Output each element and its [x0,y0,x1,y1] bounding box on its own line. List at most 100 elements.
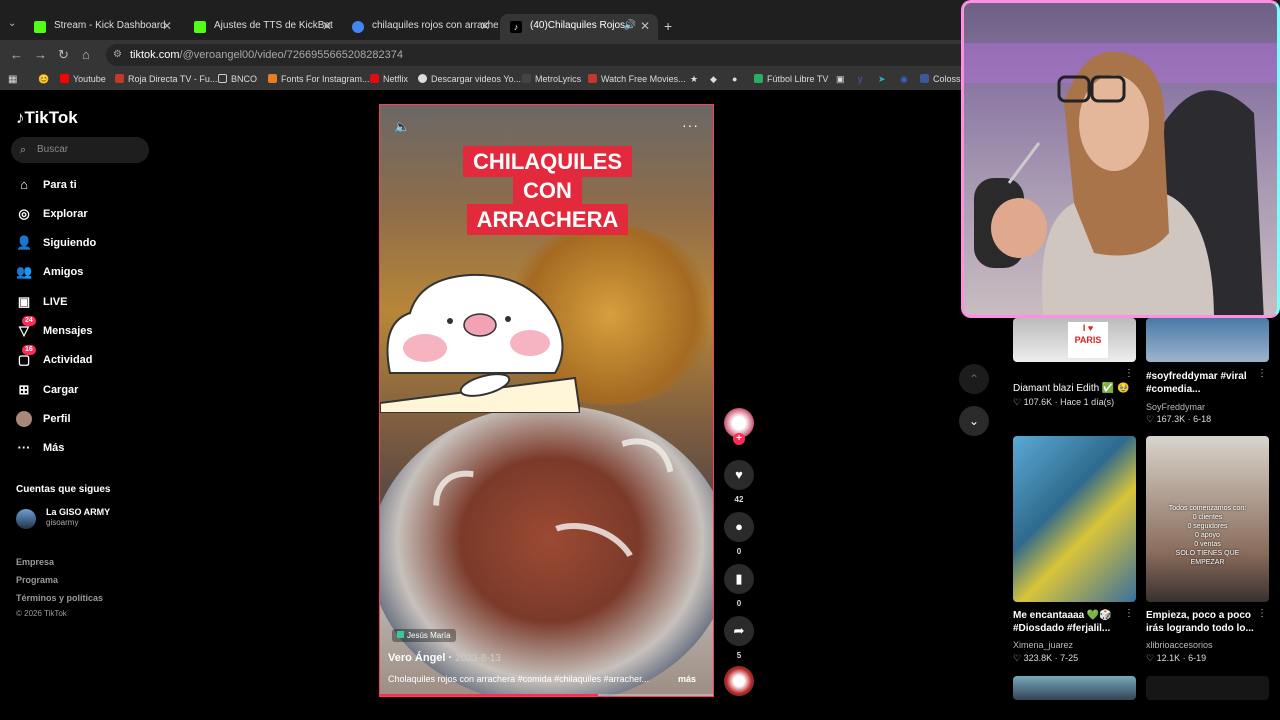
tab-label: Ajustes de TTS de KickBot [214,20,333,31]
card-more-icon[interactable]: ⋮ [1257,368,1267,379]
comment-icon: ● [735,519,743,534]
recommended-card[interactable]: Me encantaaaa 💚🎲 #Diosdado #ferjalil... … [1013,436,1136,666]
card-thumbnail: Todos comenzamos con: 0 clientes 0 segui… [1146,436,1269,602]
bookmark-misc-6[interactable]: ◉ [900,74,908,85]
close-icon[interactable]: ✕ [480,19,490,33]
nav-item-amigos[interactable]: 👥 Amigos [16,262,146,282]
caption-line: Todos comenzamos con: [1168,505,1247,512]
nav-item-siguiendo[interactable]: 👤 Siguiendo [16,233,146,253]
tab-kickbot[interactable]: Ajustes de TTS de KickBot ✕ [184,14,340,40]
friends-icon: 👥 [16,264,33,279]
bookmark-watch-movies[interactable]: Watch Free Movies... [588,74,686,84]
tab-tiktok-video[interactable]: ♪ (40)Chilaquiles Rojos con A 🔊 ✕ [500,14,658,40]
site-info-icon[interactable]: ⚙ [113,44,122,66]
card-thumbnail [1146,318,1269,362]
comment-button[interactable]: ● [724,512,754,542]
chevron-down-icon: ⌄ [968,414,980,428]
kickbot-icon [194,21,206,33]
bookmark-bnco[interactable]: BNCO [218,74,257,84]
video-progress[interactable] [380,694,713,696]
back-icon[interactable]: ← [10,47,23,62]
search-input[interactable]: ⌕ Buscar [11,137,149,163]
reload-icon[interactable]: ↻ [58,47,69,63]
footer-link-terminos[interactable]: Términos y políticas [16,593,103,603]
bookmark-label: Youtube [73,74,106,84]
bookmark-metrolyrics[interactable]: MetroLyrics [522,74,581,84]
card-more-icon[interactable]: ⋮ [1257,608,1267,619]
description-text: Cholaquiles rojos con arrachera #comida … [388,674,650,684]
nav-item-explorar[interactable]: ◎ Explorar [16,204,146,224]
like-count: 42 [734,495,744,504]
location-label: Jesús María [407,631,451,640]
video-player[interactable]: 🔈 ··· CHILAQUILES CON ARRACHERA Jesús Ma… [379,104,714,697]
following-account[interactable]: La GISO ARMY gisoarmy [16,507,156,531]
nav-label: Más [43,442,65,454]
bookmark-misc-4[interactable]: ▣ [836,74,845,85]
card-thumbnail [1013,676,1136,700]
recommended-card[interactable]: I ♥ PARIS Diamant blazi Edith ✅ 🥹 ⋮ ♡ 107… [1013,318,1136,414]
location-tag[interactable]: Jesús María [392,629,456,642]
more-link[interactable]: más [678,674,696,684]
video-author[interactable]: Vero Ángel · 2023-8-13 [388,652,501,664]
nav-item-actividad[interactable]: ▢ 16 Actividad [16,345,146,370]
bookmark-label: Watch Free Movies... [601,74,686,84]
speaker-icon[interactable]: 🔊 [624,20,636,31]
bookmark-label: Descargar videos Yo... [431,74,522,84]
webcam-overlay [961,0,1280,318]
bookmark-misc-5[interactable]: ➤ [878,74,886,85]
url-field[interactable]: ⚙ tiktok.com/@veroangel00/video/72669556… [106,44,976,66]
tiktok-logo[interactable]: ♪TikTok [16,108,78,128]
save-button[interactable]: ▮ [724,564,754,594]
nav-item-live[interactable]: ▣ LIVE [16,292,146,312]
bookmark-netflix[interactable]: Netflix [370,74,408,84]
heart-outline-icon: ♡ [1013,397,1024,407]
tab-google-search[interactable]: chilaquiles rojos con arrachera ✕ [342,14,498,40]
bookmark-yahoo[interactable]: y [858,74,863,84]
forward-icon[interactable]: → [34,47,47,62]
tab-search-icon[interactable]: ⌄ [8,18,16,29]
bookmark-misc-1[interactable]: ★ [690,74,698,85]
follow-plus-icon[interactable]: + [733,433,745,445]
more-options-icon[interactable]: ··· [682,117,699,133]
card-more-icon[interactable]: ⋮ [1124,608,1134,619]
recommended-card[interactable] [1146,676,1269,700]
nav-item-perfil[interactable]: Perfil [16,409,146,429]
bookmark-descargar[interactable]: Descargar videos Yo... [418,74,521,84]
bookmark-roja-directa[interactable]: Roja Directa TV - Fu... [115,74,217,84]
footer-link-programa[interactable]: Programa [16,575,58,585]
bookmark-misc-2[interactable]: ◆ [710,74,717,85]
like-button[interactable]: ♥ [724,460,754,490]
apps-icon[interactable]: ▦ [8,74,17,85]
recommended-card[interactable]: #soyfreddymar #viral #comedia... ⋮ SoyFr… [1146,318,1269,428]
volume-icon[interactable]: 🔈 [394,119,410,135]
activity-badge: 16 [22,345,36,355]
sound-disc-icon[interactable] [724,666,754,696]
heart-outline-icon: ♡ [1146,414,1157,424]
bookmark-coloss[interactable]: Coloss [920,74,961,84]
nav-item-mas[interactable]: ··· Más [16,438,146,458]
recommended-card[interactable] [1013,676,1136,700]
recommended-card[interactable]: Todos comenzamos con: 0 clientes 0 segui… [1146,436,1269,666]
share-button[interactable]: ➦ [724,616,754,646]
scroll-down-button[interactable]: ⌄ [959,406,989,436]
scroll-up-button[interactable]: ⌃ [959,364,989,394]
bookmark-label: Fútbol Libre TV [767,74,829,84]
close-icon[interactable]: ✕ [162,19,172,33]
kick-icon [34,21,46,33]
card-user: Ximena_juarez [1013,640,1074,650]
nav-item-para-ti[interactable]: ⌂ Para ti [16,175,146,195]
new-tab-icon[interactable]: + [664,18,672,34]
close-icon[interactable]: ✕ [322,19,332,33]
nav-item-cargar[interactable]: ⊞ Cargar [16,380,146,400]
stats-text: 323.8K · 7-25 [1023,653,1079,663]
home-icon[interactable]: ⌂ [82,47,90,62]
bookmark-futbol-libre[interactable]: Fútbol Libre TV [754,74,828,84]
footer-link-empresa[interactable]: Empresa [16,557,54,567]
bookmark-youtube[interactable]: Youtube [60,74,106,84]
emoji-bookmark-icon[interactable]: 😊 [38,74,49,85]
nav-item-mensajes[interactable]: ▽ 24 Mensajes [16,316,146,341]
close-icon[interactable]: ✕ [640,19,650,33]
tab-kick-dashboard[interactable]: Stream - Kick Dashboard ✕ [24,14,180,40]
bookmark-fonts[interactable]: Fonts For Instagram... [268,74,370,84]
card-more-icon[interactable]: ⋮ [1124,368,1134,379]
